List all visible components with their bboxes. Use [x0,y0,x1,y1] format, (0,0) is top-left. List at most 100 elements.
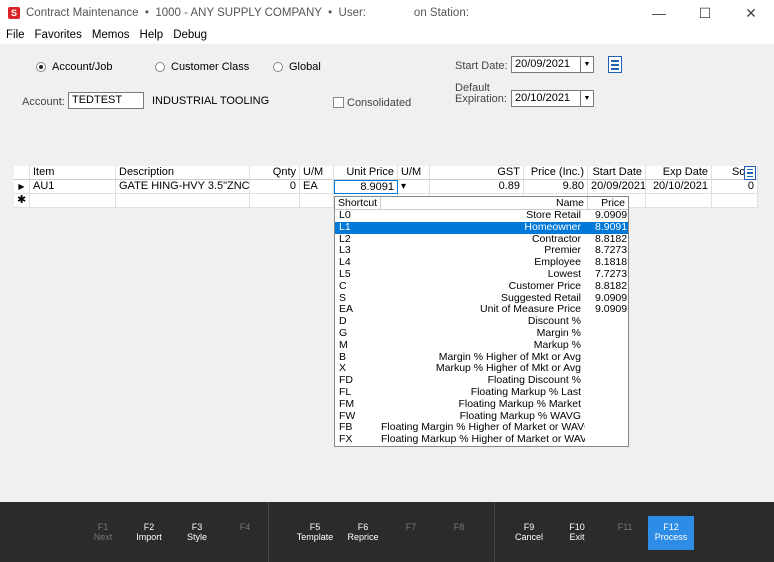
fkey-key-label: F8 [453,522,465,532]
fkey-f12-button[interactable]: F12 Process [648,516,694,550]
dropdown-item-fd[interactable]: FD Floating Discount % [335,374,628,387]
cell-unit-price[interactable]: 8.9091 [334,180,398,194]
consolidated-checkbox[interactable] [333,97,344,108]
radio-global-label: Global [289,61,321,73]
fkey-key-label: F9 [523,522,535,532]
dropdown-item-s[interactable]: S Suggested Retail 9.0909 [335,292,628,305]
col-header-gst[interactable]: GST [430,166,524,180]
dropdown-item-c[interactable]: C Customer Price 8.8182 [335,280,628,293]
dropdown-item-b[interactable]: B Margin % Higher of Mkt or Avg [335,351,628,364]
menu-debug[interactable]: Debug [173,29,207,41]
dropdown-name: Floating Discount % [487,375,581,387]
cell-um2-dropdown[interactable]: ▾ [398,180,430,194]
cell-qnty[interactable]: 0 [250,180,300,194]
menu-file[interactable]: File [6,29,25,41]
fkey-f5-button[interactable]: F5 Template [292,516,338,550]
grid-header: Item Description Qnty U/M Unit Price U/M… [14,166,758,180]
menu-help[interactable]: Help [140,29,164,41]
close-button[interactable]: ✕ [728,0,774,26]
fkey-f6-button[interactable]: F6 Reprice [340,516,386,550]
cell-start-date[interactable]: 20/09/2021 [588,180,646,194]
col-header-price-inc[interactable]: Price (Inc.) [524,166,588,180]
dropdown-price [585,434,628,446]
cell-item[interactable]: AU1 [30,180,116,194]
fkey-f3-button[interactable]: F3 Style [174,516,220,550]
fkey-f10-button[interactable]: F10 Exit [554,516,600,550]
col-header-unit-price[interactable]: Unit Price [334,166,398,180]
dropdown-item-fb[interactable]: FB Floating Margin % Higher of Market or … [335,422,628,434]
dropdown-item-g[interactable]: G Margin % [335,327,628,340]
account-input[interactable]: TEDTEST [68,92,144,109]
dropdown-item-l2[interactable]: L2 Contractor 8.8182 [335,233,628,246]
fkey-f9-button[interactable]: F9 Cancel [506,516,552,550]
menu-list-icon[interactable] [608,56,622,73]
new-cell[interactable] [116,194,250,208]
fkey-f1-button: F1 Next [80,516,126,550]
function-key-bar: F1 Next F2 Import F3 Style F4 F5 Template F6 Repri… [0,502,774,562]
dropdown-item-d[interactable]: D Discount % [335,315,628,328]
app-logo-icon: S [8,7,20,19]
cell-gst[interactable]: 0.89 [430,180,524,194]
radio-global[interactable]: Global [273,61,321,73]
cell-description[interactable]: GATE HING-HVY 3.5"ZNC 2P [116,180,250,194]
dropdown-header: Shortcut Name Price [335,197,628,210]
col-header-um2[interactable]: U/M [398,166,430,180]
dropdown-name: Floating Margin % Higher of Market or WA… [381,422,585,434]
dropdown-item-fm[interactable]: FM Floating Markup % Market [335,398,628,411]
menu-favorites[interactable]: Favorites [35,29,82,41]
col-header-qnty[interactable]: Qnty [250,166,300,180]
dropdown-header-price: Price [601,197,625,209]
new-cell[interactable] [712,194,758,208]
radio-checked-icon [36,62,46,72]
col-header-description[interactable]: Description [116,166,250,180]
expiration-dropdown-button[interactable]: ▼ [580,90,594,107]
dropdown-item-l4[interactable]: L4 Employee 8.1818 [335,256,628,269]
dropdown-item-l3[interactable]: L3 Premier 8.7273 [335,245,628,257]
maximize-button[interactable]: ☐ [682,0,728,26]
fkey-action-label: Template [296,532,334,542]
col-header-start-date[interactable]: Start Date [588,166,646,180]
new-cell[interactable] [30,194,116,208]
cell-sold[interactable]: 0 [712,180,758,194]
radio-account-job[interactable]: Account/Job [36,61,113,73]
grid-menu-icon[interactable] [744,166,756,180]
menu-memos[interactable]: Memos [92,29,130,41]
cell-exp-date[interactable]: 20/10/2021 [646,180,712,194]
dropdown-price [585,363,628,375]
dropdown-item-fl[interactable]: FL Floating Markup % Last [335,386,628,399]
minimize-button[interactable]: — [636,0,682,26]
fkey-f11-button: F11 [602,516,648,550]
dropdown-item-x[interactable]: X Markup % Higher of Mkt or Avg [335,363,628,375]
dropdown-name: Customer Price [508,280,581,292]
fkey-f2-button[interactable]: F2 Import [126,516,172,550]
new-cell[interactable] [300,194,334,208]
dropdown-item-fw[interactable]: FW Floating Markup % WAVG [335,410,628,423]
start-date-dropdown-button[interactable]: ▼ [580,56,594,73]
price-level-dropdown[interactable]: Shortcut Name Price L0 Store Retail 9.0909… [334,196,629,447]
default-expiration-input[interactable]: 20/10/2021 [511,90,581,107]
dropdown-item-l5[interactable]: L5 Lowest 7.7273 [335,268,628,281]
start-date-input[interactable]: 20/09/2021 [511,56,581,73]
new-cell[interactable] [646,194,712,208]
dropdown-item-ea[interactable]: EA Unit of Measure Price 9.0909 [335,304,628,316]
cell-um[interactable]: EA [300,180,334,194]
radio-unchecked-icon [155,62,165,72]
col-header-exp-date[interactable]: Exp Date [646,166,712,180]
new-cell[interactable] [250,194,300,208]
dropdown-item-fx[interactable]: FX Floating Markup % Higher of Market or … [335,433,628,446]
radio-customer-class[interactable]: Customer Class [155,61,249,73]
col-header-um[interactable]: U/M [300,166,334,180]
dropdown-name: Unit of Measure Price [480,304,581,316]
fkey-key-label: F3 [191,522,203,532]
col-header-item[interactable]: Item [30,166,116,180]
dropdown-name: Store Retail [526,210,581,221]
window-title: Contract Maintenance • 1000 - ANY SUPPLY… [26,7,469,19]
fkey-separator [268,502,269,562]
fkey-key-label: F5 [309,522,321,532]
fkey-key-label: F6 [357,522,369,532]
dropdown-item-l1[interactable]: L1 Homeowner 8.9091 [335,221,628,234]
table-row[interactable]: ▶ AU1 GATE HING-HVY 3.5"ZNC 2P 0 EA 8.90… [14,180,758,194]
cell-price-inc[interactable]: 9.80 [524,180,588,194]
dropdown-item-m[interactable]: M Markup % [335,339,628,352]
dropdown-item-l0[interactable]: L0 Store Retail 9.0909 [335,209,628,222]
